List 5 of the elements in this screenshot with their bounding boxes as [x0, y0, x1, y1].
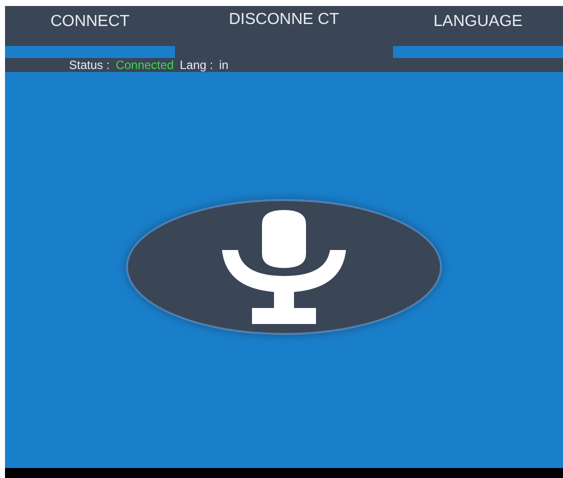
lang-value: in	[219, 58, 228, 72]
lang-label: Lang :	[180, 58, 214, 72]
microphone-icon	[222, 210, 346, 324]
status-value: Connected	[116, 58, 174, 72]
status-label: Status :	[69, 58, 110, 72]
